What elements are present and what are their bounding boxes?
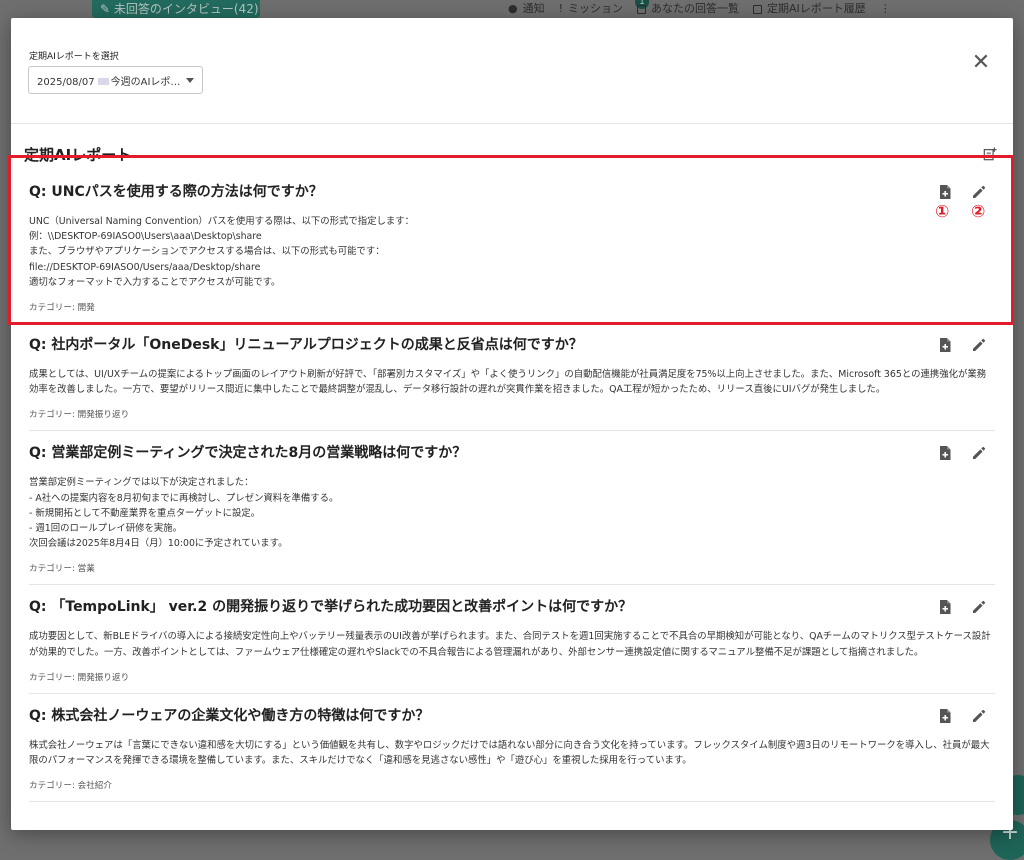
- unanswered-interview-label: 未回答のインタビュー(42): [113, 2, 259, 16]
- modal-header: 定期AIレポートを選択 2025/08/07 今週のAIレポ… ✕: [11, 18, 1013, 124]
- item-actions: [937, 708, 987, 724]
- nav-report-history[interactable]: 定期AIレポート履歴: [753, 0, 866, 18]
- qa-item: Q: 社内ポータル「OneDesk」リニューアルプロジェクトの成果と反省点は何で…: [29, 323, 995, 432]
- pencil-icon: [973, 338, 986, 352]
- category-label: カテゴリー: 開発振り返り: [29, 672, 130, 683]
- list-icon: [637, 4, 647, 14]
- close-icon: ✕: [971, 50, 991, 75]
- more-menu-icon[interactable]: ⋮: [880, 0, 891, 18]
- qa-item: Q: 営業部定例ミーティングで決定された8月の営業戦略は何ですか？ 営業部定例ミ…: [29, 431, 995, 586]
- nav-notifications[interactable]: ● 通知: [508, 0, 545, 18]
- qa-item: Q: UNCパスを使用する際の方法は何ですか？ UNC（Universal Na…: [29, 170, 995, 323]
- edit-button[interactable]: [971, 445, 987, 461]
- pencil-icon: [973, 709, 986, 722]
- qa-item: Q: 株式会社ノーウェアの企業文化や働き方の特徴は何ですか？ 株式会社ノーウェア…: [29, 694, 995, 803]
- qa-list: Q: UNCパスを使用する際の方法は何ですか？ UNC（Universal Na…: [11, 170, 1013, 803]
- bell-icon: ●: [508, 2, 518, 15]
- add-document-button[interactable]: [937, 445, 953, 461]
- edit-button[interactable]: [971, 184, 987, 200]
- add-document-icon: [940, 600, 951, 615]
- category-label: カテゴリー: 開発振り返り: [29, 410, 130, 421]
- unanswered-interview-button[interactable]: ✎ 未回答のインタビュー(42): [92, 0, 260, 18]
- pencil-icon: [973, 185, 986, 198]
- report-modal: 定期AIレポートを選択 2025/08/07 今週のAIレポ… ✕ 定期AIレポー…: [11, 18, 1013, 830]
- question-title: Q: 「TempoLink」 ver.2 の開発振り返りで挙げられた成功要因と改…: [29, 599, 633, 616]
- edit-button[interactable]: [971, 599, 987, 615]
- answer-text: 成功要因として、新BLEドライバの導入による接続安定性向上やバッテリー残量表示の…: [29, 631, 991, 658]
- report-flag-icon: [97, 78, 109, 85]
- edit-button[interactable]: [971, 337, 987, 353]
- item-actions: [937, 184, 987, 200]
- edit-button[interactable]: [971, 708, 987, 724]
- question-title: Q: 株式会社ノーウェアの企業文化や働き方の特徴は何ですか？: [29, 707, 430, 724]
- add-document-button[interactable]: [937, 337, 953, 353]
- add-document-icon: [940, 338, 951, 353]
- export-report-icon[interactable]: [983, 146, 997, 161]
- item-actions: [937, 337, 987, 353]
- nav-missions[interactable]: ! ミッション: [559, 0, 623, 18]
- report-select-label: 定期AIレポートを選択: [29, 52, 119, 62]
- question-title: Q: UNCパスを使用する際の方法は何ですか？: [29, 184, 323, 200]
- answer-text: UNC（Universal Naming Convention）パスを使用する際…: [29, 216, 415, 288]
- add-document-icon: [940, 185, 951, 199]
- add-document-icon: [940, 708, 951, 723]
- qa-item: Q: 「TempoLink」 ver.2 の開発振り返りで挙げられた成功要因と改…: [29, 585, 995, 694]
- item-actions: [937, 599, 987, 615]
- category-label: カテゴリー: 開発: [29, 303, 95, 314]
- category-label: カテゴリー: 会社紹介: [29, 781, 112, 792]
- answer-text: 株式会社ノーウェアは「言葉にできない違和感を大切にする」という価値観を共有し、数…: [29, 739, 990, 767]
- add-document-button[interactable]: [937, 708, 953, 724]
- report-select[interactable]: 2025/08/07 今週のAIレポ…: [28, 66, 203, 94]
- add-document-button[interactable]: [937, 184, 953, 200]
- question-title: Q: 営業部定例ミーティングで決定された8月の営業戦略は何ですか？: [29, 445, 467, 462]
- page-title: 定期AIレポート: [24, 146, 132, 164]
- annotation-label-1: ①: [935, 202, 950, 222]
- add-document-icon: [940, 446, 951, 461]
- chevron-down-icon: [186, 77, 194, 83]
- answer-text: 成果としては、UI/UXチームの提案によるトップ画面のレイアウト刷新が好評で、「…: [29, 369, 987, 396]
- report-icon: [753, 4, 763, 14]
- add-document-button[interactable]: [937, 599, 953, 615]
- close-button[interactable]: ✕: [969, 52, 993, 76]
- top-nav: ● 通知 ! ミッション あなたの回答一覧 定期AIレポート履歴 ⋮: [508, 0, 891, 18]
- annotation-label-2: ②: [971, 202, 986, 222]
- pencil-icon: [973, 601, 986, 614]
- report-select-value: 2025/08/07 今週のAIレポ…: [37, 76, 180, 88]
- category-label: カテゴリー: 営業: [29, 564, 95, 575]
- pencil-icon: [973, 447, 986, 460]
- item-actions: [937, 445, 987, 461]
- answer-text: 営業部定例ミーティングでは以下が決定されました： - A社への提案内容を8月初旬…: [29, 477, 339, 550]
- question-title: Q: 社内ポータル「OneDesk」リニューアルプロジェクトの成果と反省点は何で…: [29, 337, 583, 354]
- flag-icon: !: [558, 2, 564, 15]
- nav-my-answers[interactable]: あなたの回答一覧: [637, 0, 739, 18]
